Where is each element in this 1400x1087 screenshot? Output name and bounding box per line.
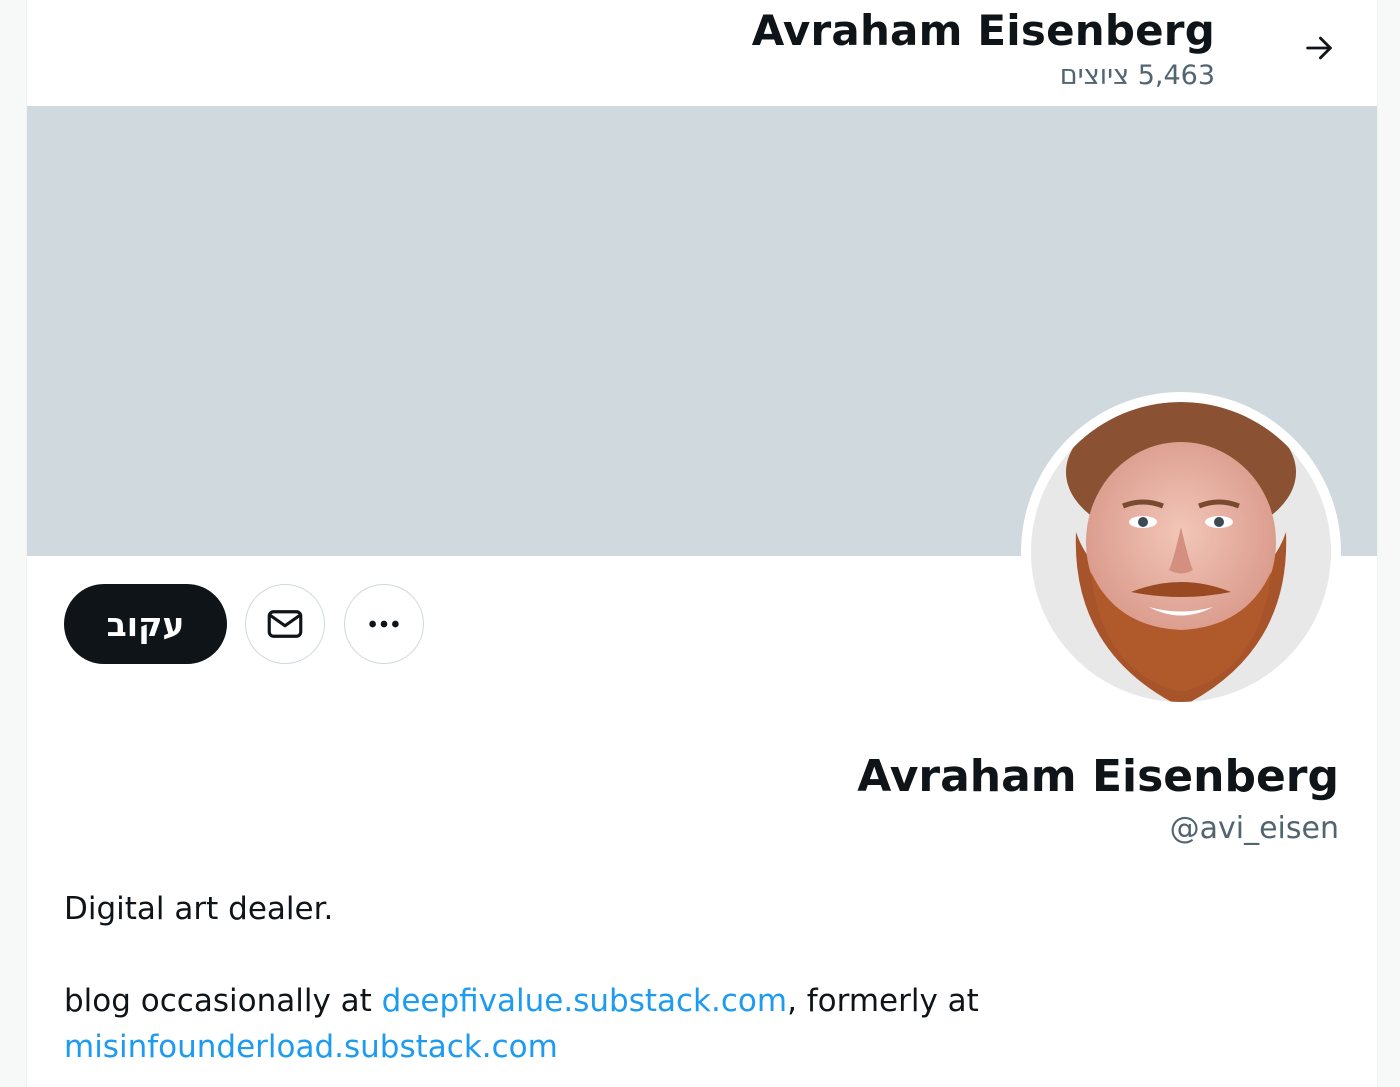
arrow-right-icon xyxy=(1306,36,1332,60)
bio-line-2-middle: , formerly at xyxy=(787,983,979,1019)
header-name: Avraham Eisenberg xyxy=(751,6,1215,55)
profile-identity: Avraham Eisenberg @avi_eisen xyxy=(857,748,1339,850)
top-header: Avraham Eisenberg 5,463 ציוצים xyxy=(27,0,1377,106)
bio-line-3: misinfounderload.substack.com xyxy=(64,1024,1064,1070)
envelope-icon xyxy=(267,610,303,638)
bio-link-misinfounderload[interactable]: misinfounderload.substack.com xyxy=(64,1029,558,1065)
bio-spacer xyxy=(64,932,1064,978)
tweet-count: 5,463 ציוצים xyxy=(1059,60,1215,91)
header-title-block: Avraham Eisenberg 5,463 ציוצים xyxy=(752,4,1215,94)
message-button[interactable] xyxy=(245,584,325,664)
bio-line-2-prefix: blog occasionally at xyxy=(64,983,382,1019)
profile-name: Avraham Eisenberg xyxy=(857,751,1339,802)
profile-bio: Digital art dealer. blog occasionally at… xyxy=(64,886,1064,1070)
back-button[interactable] xyxy=(1291,20,1347,76)
follow-button[interactable]: עקוב xyxy=(64,584,227,664)
profile-handle: @avi_eisen xyxy=(1169,811,1339,846)
bio-line-2: blog occasionally at deepfivalue.substac… xyxy=(64,978,1064,1024)
profile-page: Avraham Eisenberg 5,463 ציוצים עקוב Avra… xyxy=(26,0,1378,1087)
more-button[interactable] xyxy=(344,584,424,664)
ellipsis-icon xyxy=(369,620,399,628)
avatar[interactable] xyxy=(1021,392,1341,712)
avatar-photo xyxy=(1031,402,1331,702)
bio-link-deepfivalue[interactable]: deepfivalue.substack.com xyxy=(382,983,787,1019)
bio-line-1: Digital art dealer. xyxy=(64,891,334,927)
